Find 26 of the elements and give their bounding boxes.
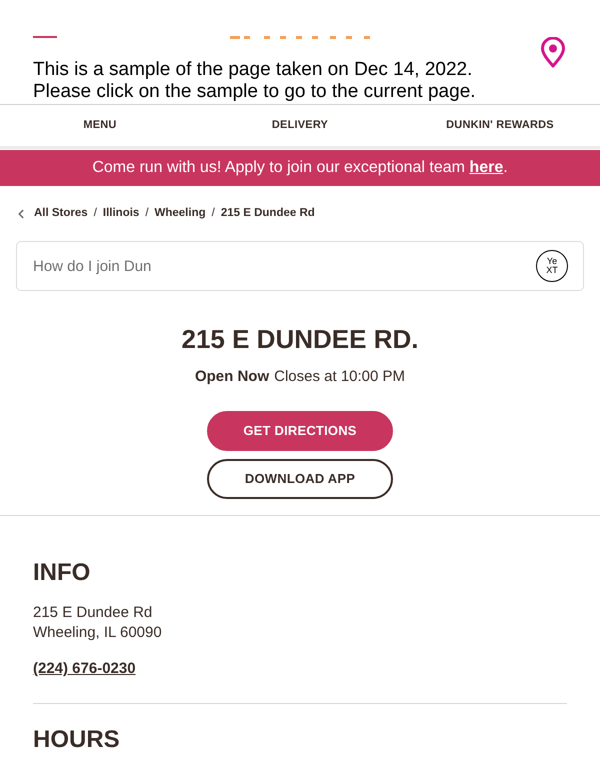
breadcrumb-current-text: 215 E Dundee Rd <box>220 206 315 222</box>
info-heading: INFO <box>33 560 90 586</box>
sample-notice-text: This is a sample of the page taken on Dec 14, 2022. <box>33 59 472 81</box>
open-status-text: Open Now <box>194 368 270 386</box>
search-logo: Ye XT <box>536 250 568 282</box>
nav-link[interactable]: DELIVERY <box>272 117 328 134</box>
phone-link[interactable]: (224) 676-0230 <box>33 659 136 679</box>
store-title: 215 E DUNDEE RD. <box>182 324 418 354</box>
breadcrumb-separator: / <box>94 206 97 222</box>
location-pin-icon[interactable] <box>540 37 566 68</box>
closing-time-text: Closes at 10:00 PM <box>274 368 406 386</box>
nav-link[interactable]: MENU <box>83 117 117 134</box>
sample-notice-text: Please click on the sample to go to the current page. <box>33 81 476 103</box>
directions-button[interactable]: GET DIRECTIONS <box>207 411 393 451</box>
breadcrumb-link[interactable]: Wheeling <box>154 205 206 223</box>
breadcrumb-link[interactable]: Illinois <box>102 205 140 223</box>
address-text: 215 E Dundee Rd <box>33 603 152 623</box>
here-link[interactable]: here <box>469 159 504 176</box>
nav-link[interactable]: DUNKIN' REWARDS <box>446 117 554 134</box>
careers-banner-text: Come run with us! Apply to join our exceptional team here. <box>92 158 508 178</box>
breadcrumb-separator: / <box>212 206 215 222</box>
address-text: Wheeling, IL 60090 <box>33 623 162 643</box>
hours-heading: HOURS <box>33 727 120 753</box>
download-app-button[interactable]: DOWNLOAD APP <box>207 459 393 499</box>
breadcrumb-link[interactable]: All Stores <box>34 205 88 223</box>
breadcrumb-separator: / <box>145 206 149 222</box>
